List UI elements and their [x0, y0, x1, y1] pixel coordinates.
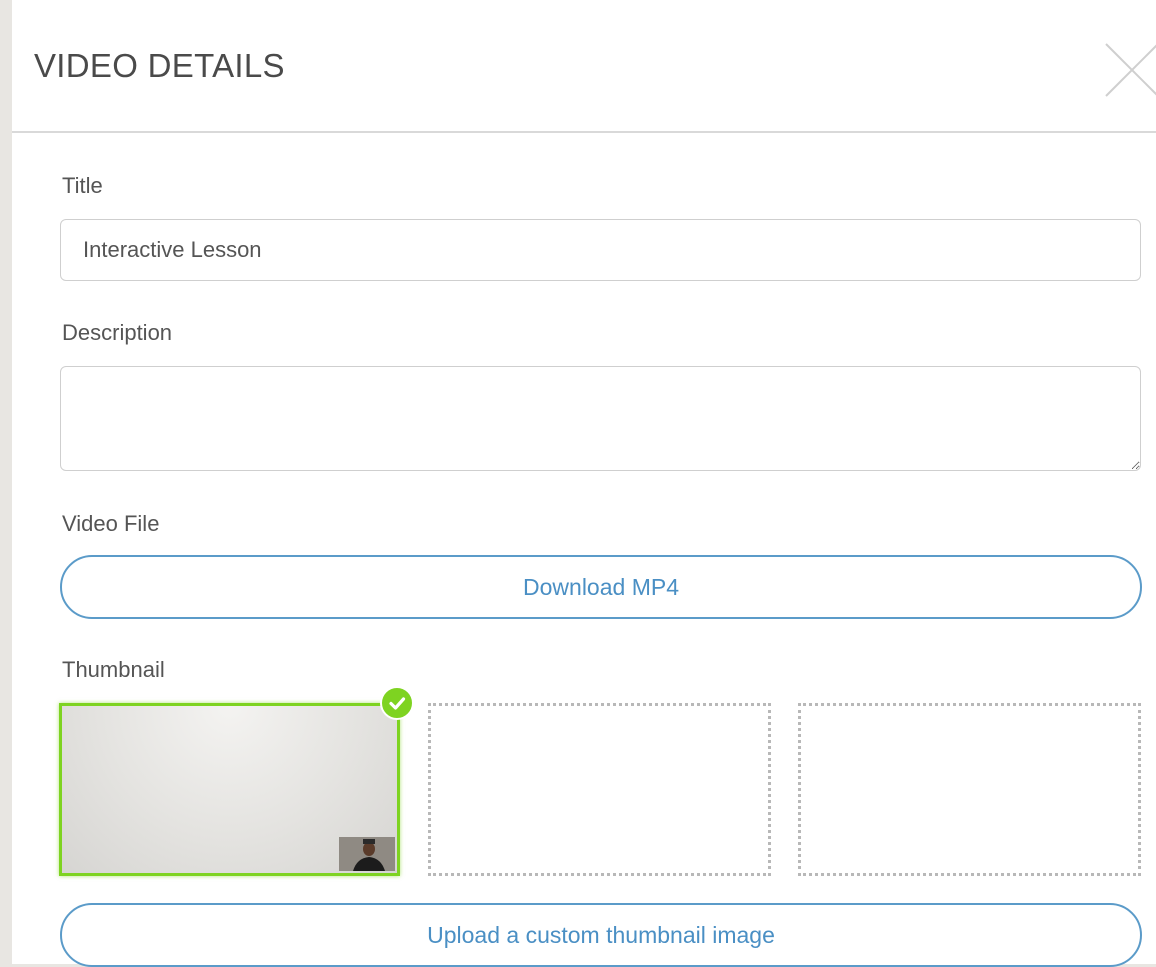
- check-circle-icon: [389, 697, 406, 710]
- close-button[interactable]: [1102, 40, 1156, 100]
- modal-title: VIDEO DETAILS: [34, 47, 285, 84]
- close-x-icon: [1105, 43, 1156, 97]
- thumbnail-label: Thumbnail: [62, 657, 165, 682]
- video-details-modal: VIDEO DETAILS Title Description Video Fi…: [12, 0, 1156, 967]
- thumbnail-option-2[interactable]: [428, 703, 771, 876]
- person-figure-icon: [339, 837, 395, 871]
- video-file-label: Video File: [62, 511, 160, 536]
- upload-thumbnail-button[interactable]: Upload a custom thumbnail image: [60, 903, 1142, 967]
- download-mp4-button[interactable]: Download MP4: [60, 555, 1142, 619]
- thumbnail-option-3[interactable]: [798, 703, 1141, 876]
- selected-check-badge: [380, 686, 414, 720]
- thumbnail-person-preview: [339, 837, 395, 871]
- thumbnail-option-1-selected[interactable]: [59, 703, 400, 876]
- description-textarea[interactable]: [60, 366, 1141, 471]
- title-label: Title: [62, 173, 103, 198]
- description-label: Description: [62, 320, 173, 345]
- modal-header: VIDEO DETAILS: [12, 0, 1156, 133]
- title-input[interactable]: [60, 219, 1141, 281]
